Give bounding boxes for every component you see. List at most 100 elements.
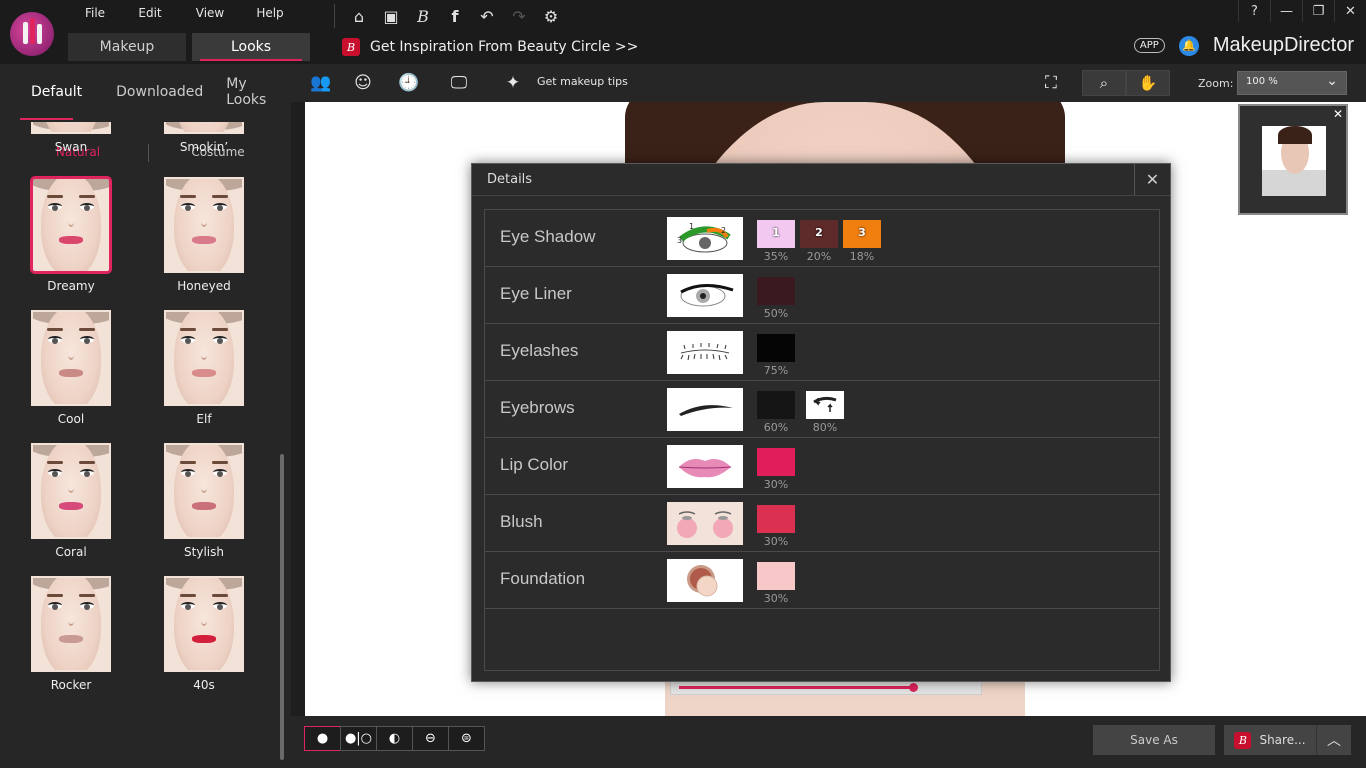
close-icon[interactable]: ✕ <box>1333 107 1343 121</box>
tab-default[interactable]: Default <box>0 64 93 120</box>
look-item[interactable]: Dreamy <box>21 177 121 293</box>
tab-my-looks[interactable]: My Looks <box>214 64 291 120</box>
dialog-title: Details <box>487 172 533 187</box>
color-swatch[interactable]: 60% <box>757 391 795 434</box>
compare-faces-icon[interactable]: 👥 <box>307 70 335 96</box>
detail-label: Blush <box>500 512 543 531</box>
color-swatch[interactable]: 30% <box>757 562 795 605</box>
app-button[interactable]: APP <box>1133 38 1165 53</box>
makeup-tips-link[interactable]: Get makeup tips <box>537 75 628 88</box>
look-item[interactable]: Honeyed <box>154 177 254 293</box>
details-list: Eye Shadow 1 2 3 1 35% 2 20% 3 18% Eye Liner 50% Eye… <box>484 209 1160 671</box>
look-item[interactable]: Smokin’ <box>154 122 254 154</box>
chevron-down-icon: ⌄ <box>1326 73 1338 89</box>
color-swatch[interactable]: 75% <box>757 334 795 377</box>
close-icon[interactable]: ✕ <box>1134 164 1170 195</box>
look-item[interactable]: Elf <box>154 310 254 426</box>
home-icon[interactable]: ⌂ <box>343 4 375 28</box>
color-swatch[interactable]: 50% <box>757 277 795 320</box>
menu-help[interactable]: Help <box>240 6 300 20</box>
makeup-tips-icon[interactable]: ✦ <box>495 70 531 96</box>
menu-edit[interactable]: Edit <box>120 6 180 20</box>
fullscreen-icon[interactable]: ⛶ <box>1037 70 1065 96</box>
swatch-number: 1 <box>772 226 780 239</box>
lip-swatch <box>192 635 216 643</box>
look-thumbnail <box>31 177 111 273</box>
look-thumbnail <box>164 177 244 273</box>
eyebrow-shape-tool[interactable]: 80% <box>806 391 844 434</box>
navigator-preview[interactable]: ✕ <box>1238 104 1348 215</box>
history-icon[interactable]: 🕘 <box>395 70 423 96</box>
detail-label: Eye Liner <box>500 284 572 303</box>
beauty-circle-icon: B <box>1234 731 1252 749</box>
lip-swatch <box>59 369 83 377</box>
help-button[interactable]: ? <box>1238 0 1270 22</box>
color-swatch[interactable]: 2 20% <box>800 220 838 263</box>
save-icon[interactable]: ▣ <box>375 4 407 28</box>
look-item[interactable]: Rocker <box>21 576 121 692</box>
lip-swatch <box>59 236 83 244</box>
bottom-bar: ● ●|○ ◐ ⊖ ⊜ Save As B Share... ︿ <box>291 716 1366 768</box>
color-swatch[interactable]: 1 35% <box>757 220 795 263</box>
menu-file[interactable]: File <box>70 6 120 20</box>
beauty-circle-link[interactable]: B Get Inspiration From Beauty Circle >> <box>342 38 638 56</box>
swatch-percent: 30% <box>763 535 789 548</box>
side-by-side-icon[interactable]: ●|○ <box>340 726 377 751</box>
look-item[interactable]: Stylish <box>154 443 254 559</box>
detail-label: Eyebrows <box>500 398 575 417</box>
detail-row: Eye Shadow 1 2 3 1 35% 2 20% 3 18% <box>485 210 1159 267</box>
top-bottom-view-icon[interactable]: ⊖ <box>412 726 449 751</box>
zoom-label: Zoom: <box>1198 77 1234 90</box>
save-as-button[interactable]: Save As <box>1093 725 1215 755</box>
undo-icon[interactable]: ↶ <box>471 4 503 28</box>
look-name: Smokin’ <box>179 140 229 154</box>
detail-label: Lip Color <box>500 455 569 474</box>
restore-button[interactable]: ❐ <box>1302 0 1334 22</box>
app-logo-icon <box>10 12 54 56</box>
tab-looks[interactable]: Looks <box>192 33 310 61</box>
preview-thumbnail <box>1262 126 1326 196</box>
look-name: 40s <box>193 678 215 692</box>
redo-icon[interactable]: ↷ <box>503 4 535 28</box>
detail-row: Blush 30% <box>485 495 1159 552</box>
single-view-icon[interactable]: ● <box>304 726 341 751</box>
magnifier-icon[interactable]: ⌕ <box>1082 70 1126 96</box>
horizontal-split-icon[interactable]: ⊜ <box>448 726 485 751</box>
look-item[interactable]: Cool <box>21 310 121 426</box>
beauty-circle-icon[interactable]: B <box>407 4 439 28</box>
share-button[interactable]: B Share... <box>1224 725 1316 755</box>
svg-text:2: 2 <box>721 226 726 235</box>
slider-handle[interactable] <box>909 683 918 692</box>
look-item[interactable]: 40s <box>154 576 254 692</box>
background-icon[interactable]: 🖵 <box>445 70 473 96</box>
tab-downloaded[interactable]: Downloaded <box>93 64 214 120</box>
look-item[interactable]: Coral <box>21 443 121 559</box>
menu-view[interactable]: View <box>180 6 240 20</box>
zoom-select[interactable]: 100 % ⌄ <box>1237 71 1347 95</box>
notification-bell-icon[interactable]: 🔔 <box>1178 35 1199 56</box>
minimize-button[interactable]: — <box>1270 0 1302 22</box>
look-name: Stylish <box>184 545 224 559</box>
detail-label: Eyelashes <box>500 341 579 360</box>
look-item[interactable]: Swan <box>21 122 121 154</box>
chevron-up-icon[interactable]: ︿ <box>1316 725 1351 755</box>
canvas-toolbar: 👥 ☺ 🕘 🖵 ✦ Get makeup tips ⛶ ⌕ ✋ Zoom: 10… <box>291 64 1366 102</box>
color-swatch[interactable]: 30% <box>757 505 795 548</box>
close-button[interactable]: ✕ <box>1334 0 1366 22</box>
detail-row: Eye Liner 50% <box>485 267 1159 324</box>
color-swatch[interactable]: 30% <box>757 448 795 491</box>
swatch-percent: 50% <box>763 307 789 320</box>
color-swatch[interactable]: 3 18% <box>843 220 881 263</box>
hair-profile-icon[interactable]: ☺ <box>349 70 377 96</box>
split-view-icon[interactable]: ◐ <box>376 726 413 751</box>
swatch-percent: 60% <box>763 421 789 434</box>
looks-scrollbar[interactable] <box>280 454 284 760</box>
hand-pan-icon[interactable]: ✋ <box>1126 70 1170 96</box>
tool-percent: 80% <box>812 421 838 434</box>
mode-tabs: Makeup Looks <box>68 33 316 61</box>
settings-gear-icon[interactable]: ⚙ <box>535 4 567 28</box>
facebook-icon[interactable]: f <box>439 4 471 28</box>
swatch-number: 3 <box>858 226 866 239</box>
tab-makeup[interactable]: Makeup <box>68 33 186 61</box>
beauty-circle-icon: B <box>342 38 360 56</box>
